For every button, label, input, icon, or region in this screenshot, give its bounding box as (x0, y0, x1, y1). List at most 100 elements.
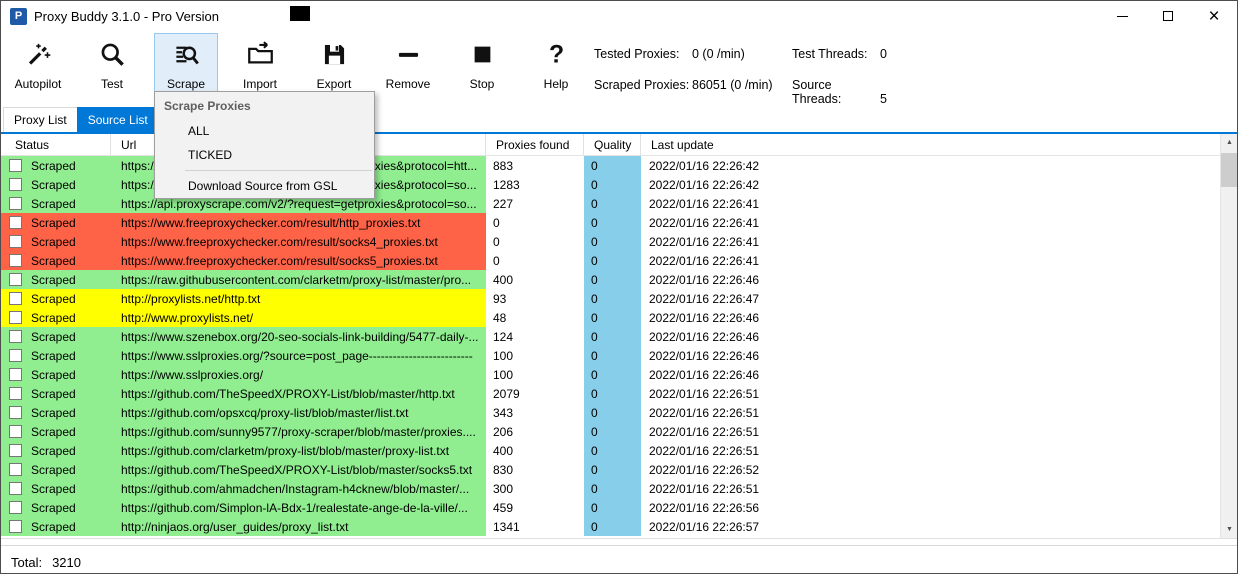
row-checkbox[interactable] (9, 444, 22, 457)
row-checkbox[interactable] (9, 501, 22, 514)
tab-proxy-list[interactable]: Proxy List (3, 107, 78, 132)
column-header-status[interactable]: Status (1, 134, 111, 155)
column-header-quality[interactable]: Quality (584, 134, 641, 155)
table-row[interactable]: Scraped https://github.com/ahmadchen/Ins… (1, 479, 1220, 498)
maximize-button[interactable] (1145, 1, 1191, 31)
row-last-update: 2022/01/16 22:26:57 (641, 517, 1220, 536)
row-checkbox[interactable] (9, 235, 22, 248)
maximize-icon (1163, 11, 1173, 21)
column-header-last-update[interactable]: Last update (641, 134, 1220, 155)
remove-button[interactable]: Remove (376, 33, 440, 95)
vertical-scrollbar[interactable]: ▲ ▼ (1220, 134, 1237, 538)
row-proxies-found: 0 (486, 213, 584, 232)
help-button[interactable]: ? Help (524, 33, 588, 95)
row-checkbox[interactable] (9, 463, 22, 476)
close-icon: × (1208, 7, 1219, 26)
table-row[interactable]: Scraped https://www.freeproxychecker.com… (1, 251, 1220, 270)
row-url: https://github.com/TheSpeedX/PROXY-List/… (111, 384, 486, 403)
scrape-magnifier-icon (171, 39, 201, 69)
tested-proxies-value: 0 (0 /min) (692, 47, 745, 61)
menu-separator (185, 170, 372, 171)
row-proxies-found: 343 (486, 403, 584, 422)
row-checkbox[interactable] (9, 349, 22, 362)
row-checkbox[interactable] (9, 311, 22, 324)
table-row[interactable]: Scraped http://ninjaos.org/user_guides/p… (1, 517, 1220, 536)
row-status-cell: Scraped (1, 327, 111, 346)
minimize-icon (1117, 16, 1128, 17)
test-button[interactable]: Test (80, 33, 144, 95)
row-checkbox[interactable] (9, 292, 22, 305)
tab-source-list[interactable]: Source List (77, 107, 159, 132)
table-row[interactable]: Scraped https://github.com/sunny9577/pro… (1, 422, 1220, 441)
row-proxies-found: 124 (486, 327, 584, 346)
row-status-cell: Scraped (1, 308, 111, 327)
row-quality: 0 (584, 346, 641, 365)
row-url: https://github.com/ahmadchen/Instagram-h… (111, 479, 486, 498)
table-row[interactable]: Scraped https://raw.githubusercontent.co… (1, 270, 1220, 289)
row-status-cell: Scraped (1, 175, 111, 194)
table-row[interactable]: Scraped https://www.sslproxies.org/ 100 … (1, 365, 1220, 384)
row-proxies-found: 2079 (486, 384, 584, 403)
row-checkbox[interactable] (9, 482, 22, 495)
row-quality: 0 (584, 213, 641, 232)
row-checkbox[interactable] (9, 197, 22, 210)
scraped-proxies-stat: Scraped Proxies:86051 (0 /min) (594, 78, 792, 106)
row-last-update: 2022/01/16 22:26:46 (641, 327, 1220, 346)
toolbar-stats: Tested Proxies:0 (0 /min) Test Threads:0… (594, 33, 887, 106)
scrollbar-thumb[interactable] (1221, 153, 1238, 187)
menu-item-all[interactable]: ALL (155, 119, 374, 143)
table-row[interactable]: Scraped http://www.proxylists.net/ 48 0 … (1, 308, 1220, 327)
row-checkbox[interactable] (9, 273, 22, 286)
close-button[interactable]: × (1191, 1, 1237, 31)
row-last-update: 2022/01/16 22:26:51 (641, 441, 1220, 460)
titlebar: P Proxy Buddy 3.1.0 - Pro Version × (1, 1, 1237, 31)
table-row[interactable]: Scraped https://www.freeproxychecker.com… (1, 232, 1220, 251)
row-quality: 0 (584, 384, 641, 403)
row-status-label: Scraped (31, 368, 76, 382)
row-checkbox[interactable] (9, 178, 22, 191)
autopilot-button[interactable]: Autopilot (6, 33, 70, 95)
table-row[interactable]: Scraped https://github.com/Simplon-lA-Bd… (1, 498, 1220, 517)
table-row[interactable]: Scraped https://github.com/TheSpeedX/PRO… (1, 384, 1220, 403)
table-row[interactable]: Scraped https://www.sslproxies.org/?sour… (1, 346, 1220, 365)
svg-text:?: ? (548, 41, 563, 68)
scroll-up-button[interactable]: ▲ (1221, 134, 1238, 151)
minus-icon (393, 39, 423, 69)
row-checkbox[interactable] (9, 406, 22, 419)
table-row[interactable]: Scraped https://github.com/TheSpeedX/PRO… (1, 460, 1220, 479)
row-last-update: 2022/01/16 22:26:41 (641, 194, 1220, 213)
row-checkbox[interactable] (9, 387, 22, 400)
table-row[interactable]: Scraped https://github.com/opsxcq/proxy-… (1, 403, 1220, 422)
row-status-cell: Scraped (1, 346, 111, 365)
table-row[interactable]: Scraped https://www.freeproxychecker.com… (1, 213, 1220, 232)
row-checkbox[interactable] (9, 368, 22, 381)
row-checkbox[interactable] (9, 159, 22, 172)
column-header-proxies-found[interactable]: Proxies found (486, 134, 584, 155)
row-checkbox[interactable] (9, 330, 22, 343)
row-status-cell: Scraped (1, 422, 111, 441)
minimize-button[interactable] (1099, 1, 1145, 31)
import-button[interactable]: Import (228, 33, 292, 95)
scroll-down-button[interactable]: ▼ (1221, 521, 1238, 538)
row-checkbox[interactable] (9, 254, 22, 267)
row-last-update: 2022/01/16 22:26:46 (641, 365, 1220, 384)
table-row[interactable]: Scraped http://proxylists.net/http.txt 9… (1, 289, 1220, 308)
row-status-cell: Scraped (1, 194, 111, 213)
row-checkbox[interactable] (9, 425, 22, 438)
row-checkbox[interactable] (9, 216, 22, 229)
row-last-update: 2022/01/16 22:26:42 (641, 156, 1220, 175)
menu-item-download-gsl[interactable]: Download Source from GSL (155, 174, 374, 198)
scrape-button[interactable]: Scrape (154, 33, 218, 95)
menu-item-ticked[interactable]: TICKED (155, 143, 374, 167)
export-button[interactable]: Export (302, 33, 366, 95)
row-status-label: Scraped (31, 216, 76, 230)
row-status-cell: Scraped (1, 156, 111, 175)
row-status-label: Scraped (31, 197, 76, 211)
table-row[interactable]: Scraped https://www.szenebox.org/20-seo-… (1, 327, 1220, 346)
stop-button[interactable]: Stop (450, 33, 514, 95)
table-row[interactable]: Scraped https://github.com/clarketm/prox… (1, 441, 1220, 460)
row-quality: 0 (584, 175, 641, 194)
row-status-cell: Scraped (1, 441, 111, 460)
row-checkbox[interactable] (9, 520, 22, 533)
row-url: https://www.sslproxies.org/ (111, 365, 486, 384)
